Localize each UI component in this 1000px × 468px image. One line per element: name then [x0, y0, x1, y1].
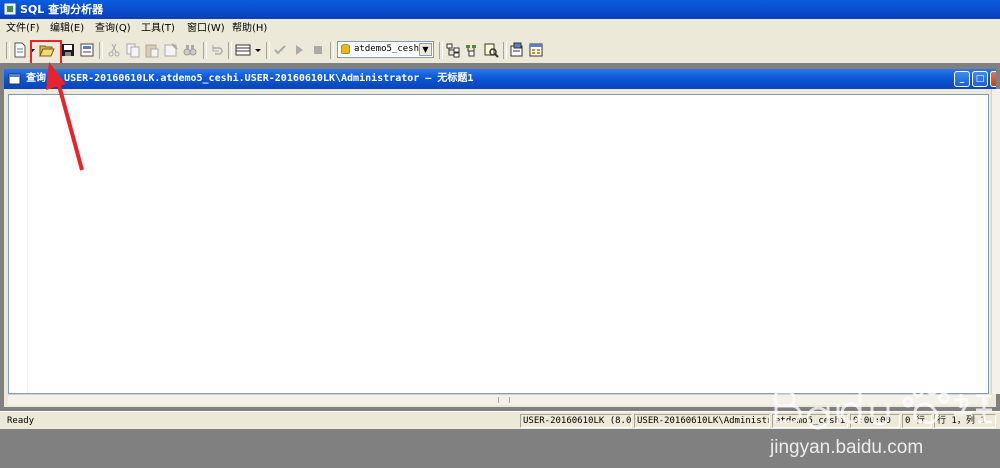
execute-icon[interactable]	[291, 42, 307, 58]
save-icon[interactable]	[60, 42, 76, 58]
status-server: USER-20160610LK (8.0)	[520, 414, 632, 428]
menu-bar: 文件(F) 编辑(E) 查询(Q) 工具(T) 窗口(W) 帮助(H)	[0, 19, 1000, 38]
cut-icon[interactable]	[106, 42, 122, 58]
toolbar-grip	[6, 42, 10, 59]
scroll-thumb[interactable]	[498, 397, 510, 403]
menu-edit[interactable]: 编辑(E)	[50, 23, 84, 35]
show-execution-plan-icon[interactable]	[483, 42, 499, 58]
status-state: Ready	[7, 416, 35, 426]
query-window-title: 查询 — USER-20160610LK.atdemo5_ceshi.USER-…	[26, 73, 474, 84]
results-mode-icon[interactable]	[235, 42, 251, 58]
paste-icon[interactable]	[144, 42, 160, 58]
toolbar-separator	[266, 42, 270, 59]
options-icon[interactable]	[528, 42, 544, 58]
toolbar-separator	[330, 42, 334, 59]
vertical-scrollbar[interactable]	[991, 89, 1000, 394]
status-user: USER-20160610LK\Administrator	[634, 414, 770, 428]
toolbar-separator	[203, 42, 207, 59]
query-window-frame	[4, 89, 1000, 407]
query-window-icon	[8, 73, 21, 85]
chevron-down-icon[interactable]: ▼	[419, 43, 432, 56]
object-browser-icon[interactable]	[445, 42, 461, 58]
menu-file[interactable]: 文件(F)	[6, 23, 40, 35]
menu-window[interactable]: 窗口(W)	[187, 23, 225, 35]
menu-help[interactable]: 帮助(H)	[232, 23, 267, 35]
baidu-jingyan-watermark	[774, 384, 992, 430]
database-select[interactable]: atdemo5_ceshi ▼	[337, 41, 434, 58]
editor-gutter	[9, 95, 28, 393]
insert-template-icon[interactable]	[79, 42, 95, 58]
sql-analyzer-icon	[4, 3, 16, 15]
watermark-url: jingyan.baidu.com	[770, 437, 924, 458]
current-connection-icon[interactable]	[509, 42, 525, 58]
app-title-bar: SQL 查询分析器	[0, 0, 1000, 19]
toolbar: atdemo5_ceshi ▼	[0, 38, 1000, 64]
query-window-title-bar[interactable]: 查询 — USER-20160610LK.atdemo5_ceshi.USER-…	[4, 69, 996, 89]
toolbar-separator	[439, 42, 443, 59]
close-button[interactable]	[990, 71, 996, 87]
new-query-icon[interactable]	[12, 42, 28, 58]
clear-window-icon[interactable]	[163, 42, 179, 58]
toolbar-separator	[228, 42, 232, 59]
app-title: SQL 查询分析器	[20, 3, 104, 16]
database-icon	[341, 44, 350, 55]
menu-tools[interactable]: 工具(T)	[141, 23, 175, 35]
find-icon[interactable]	[182, 42, 198, 58]
parse-check-icon[interactable]	[272, 42, 288, 58]
toolbar-separator	[503, 42, 507, 59]
restore-button[interactable]: □	[972, 71, 988, 87]
stop-icon[interactable]	[310, 42, 326, 58]
minimize-button[interactable]: _	[954, 71, 970, 87]
results-mode-dropdown-icon[interactable]	[254, 42, 262, 58]
toolbar-separator	[99, 42, 103, 59]
object-search-icon[interactable]	[464, 42, 480, 58]
undo-icon[interactable]	[209, 42, 225, 58]
copy-icon[interactable]	[125, 42, 141, 58]
query-editor[interactable]	[8, 94, 989, 394]
menu-query[interactable]: 查询(Q)	[95, 23, 131, 35]
database-select-value: atdemo5_ceshi	[354, 44, 425, 54]
